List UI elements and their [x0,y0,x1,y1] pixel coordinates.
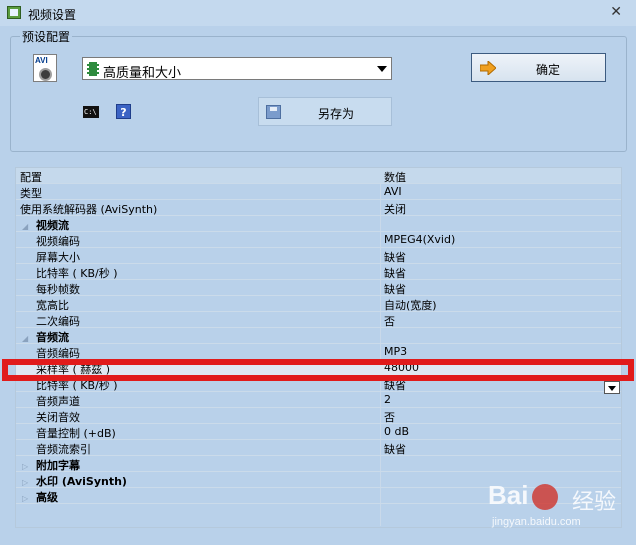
grid-row-audio-codec[interactable]: 音频编码 MP3 [16,344,621,360]
app-icon [7,6,21,19]
collapsed-triangle-icon[interactable]: ▷ [22,494,30,503]
header-value: 数值 [384,171,406,184]
film-icon [87,62,99,76]
paw-icon [532,484,558,510]
preset-dropdown[interactable]: 高质量和大小 [82,57,392,81]
save-disk-icon [266,105,281,119]
watermark-logo: Bai [488,480,529,510]
row-value: 2 [384,393,391,406]
row-value: 0 dB [384,425,410,438]
category-audio[interactable]: ◢ 音频流 [16,328,621,344]
row-label: 使用系统解码器 (AviSynth) [20,203,158,216]
row-value: 缺省 [384,443,406,456]
grid-row-audio-channels[interactable]: 音频声道 2 [16,392,621,408]
grid-row-video-bitrate[interactable]: 比特率 ( KB/秒 ) 缺省 [16,264,621,280]
row-label: 音频声道 [36,395,80,408]
grid-row-two-pass[interactable]: 二次编码 否 [16,312,621,328]
help-icon[interactable]: ? [116,104,131,119]
preset-group-title: 预设配置 [20,28,73,45]
row-value: MPEG4(Xvid) [384,233,456,246]
watermark: Bai 经验 jingyan.baidu.com [488,480,628,540]
category-label: 水印 (AviSynth) [36,475,127,488]
row-label: 每秒帧数 [36,283,80,296]
row-label: 类型 [20,187,42,200]
watermark-url: jingyan.baidu.com [492,516,581,528]
row-value: 缺省 [384,267,406,280]
save-as-button[interactable]: 另存为 [258,97,392,126]
window-title: 视频设置 [28,8,77,22]
row-value: 缺省 [384,283,406,296]
row-label: 二次编码 [36,315,80,328]
row-label: 宽高比 [36,299,69,312]
grid-header: 配置 数值 [16,168,621,184]
watermark-logo-suffix: 经验 [572,490,617,515]
ok-button-label: 确定 [536,63,561,77]
header-config: 配置 [20,171,42,184]
row-value: AVI [384,185,402,198]
row-label: 关闭音效 [36,411,80,424]
save-as-label: 另存为 [318,107,355,121]
grid-row-type[interactable]: 类型 AVI [16,184,621,200]
row-value: 自动(宽度) [384,299,437,312]
row-value: 否 [384,315,395,328]
row-label: 音频流索引 [36,443,91,456]
grid-row-system-decoder[interactable]: 使用系统解码器 (AviSynth) 关闭 [16,200,621,216]
expanded-triangle-icon[interactable]: ◢ [22,222,30,231]
collapsed-triangle-icon[interactable]: ▷ [22,462,30,471]
grid-row-aspect-ratio[interactable]: 宽高比 自动(宽度) [16,296,621,312]
arrow-right-icon [480,61,496,75]
chevron-down-icon[interactable] [377,66,387,72]
avi-file-icon: AVI [33,54,57,82]
close-icon[interactable]: ✕ [610,4,622,20]
expanded-triangle-icon[interactable]: ◢ [22,334,30,343]
category-video[interactable]: ◢ 视频流 [16,216,621,232]
highlight-box [2,359,634,381]
row-label: 音量控制 (+dB) [36,427,116,440]
category-label: 音频流 [36,331,69,344]
row-label: 屏幕大小 [36,251,80,264]
category-label: 视频流 [36,219,69,232]
category-subtitles[interactable]: ▷ 附加字幕 [16,456,621,472]
grid-row-disable-sound[interactable]: 关闭音效 否 [16,408,621,424]
row-value: 关闭 [384,203,406,216]
row-value: MP3 [384,345,408,358]
title-bar: 视频设置 ✕ [0,0,636,26]
category-label: 附加字幕 [36,459,80,472]
ok-button[interactable]: 确定 [471,53,606,82]
category-label: 高级 [36,491,58,504]
row-label: 比特率 ( KB/秒 ) [36,267,118,280]
grid-row-fps[interactable]: 每秒帧数 缺省 [16,280,621,296]
command-line-icon[interactable]: C:\ [83,106,99,118]
row-value: 否 [384,411,395,424]
grid-row-screen-size[interactable]: 屏幕大小 缺省 [16,248,621,264]
row-label: 视频编码 [36,235,80,248]
grid-row-volume-control[interactable]: 音量控制 (+dB) 0 dB [16,424,621,440]
collapsed-triangle-icon[interactable]: ▷ [22,478,30,487]
bitrate-dropdown-button[interactable] [604,381,620,394]
grid-row-video-codec[interactable]: 视频编码 MPEG4(Xvid) [16,232,621,248]
grid-row-audio-stream-index[interactable]: 音频流索引 缺省 [16,440,621,456]
row-value: 缺省 [384,251,406,264]
preset-selected-value: 高质量和大小 [103,66,182,81]
property-grid: 配置 数值 类型 AVI 使用系统解码器 (AviSynth) 关闭 ◢ 视频流 … [15,167,622,528]
